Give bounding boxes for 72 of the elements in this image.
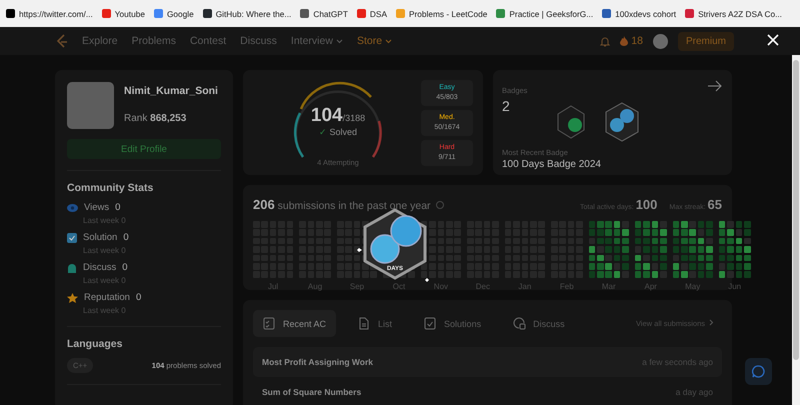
recent-badge-name: 100 Days Badge 2024: [502, 159, 602, 170]
month-label: Jun: [728, 282, 742, 291]
month-label: Aug: [308, 282, 322, 291]
chat-icon: [752, 365, 765, 378]
stat-value: 0: [123, 232, 129, 243]
tab[interactable]: List: [348, 310, 402, 337]
month-heatmap: [718, 221, 751, 278]
stat-label: Reputation: [84, 292, 130, 303]
avatar-icon[interactable]: [652, 34, 668, 48]
chevron-down-icon: [385, 38, 392, 44]
chevron-down-icon: [336, 38, 343, 44]
logo-icon[interactable]: [56, 34, 68, 48]
bell-icon[interactable]: [600, 36, 610, 46]
badge-icon[interactable]: [556, 105, 586, 139]
tab[interactable]: Discuss: [503, 310, 575, 337]
stat-value: 0: [136, 292, 142, 303]
month-label: May: [685, 282, 700, 291]
bookmark-link[interactable]: Google: [154, 8, 194, 18]
bookmark-link[interactable]: Strivers A2Z DSA Co...: [685, 8, 782, 18]
rank-text: Rank 868,253: [124, 113, 188, 124]
arrow-right-icon[interactable]: [708, 80, 722, 92]
bookmark-link[interactable]: DSA: [356, 8, 387, 18]
bookmark-link[interactable]: GitHub: Where the...: [202, 8, 292, 18]
bookmark-link[interactable]: 100xdevs cohort: [602, 8, 676, 18]
badge-count: 2: [502, 98, 511, 114]
eye-icon: [67, 204, 78, 212]
premium-button[interactable]: Premium: [678, 32, 734, 50]
month-heatmap: [634, 221, 667, 278]
bookmark-link[interactable]: ChatGPT: [300, 8, 348, 18]
nav-link[interactable]: Interview: [290, 35, 343, 47]
stat-label: Discuss: [83, 262, 116, 273]
section-title: Languages: [67, 338, 124, 350]
tab[interactable]: Solutions: [414, 310, 492, 337]
solved-label: ✓ Solved: [318, 126, 358, 136]
month-heatmap: [672, 221, 713, 278]
stat-value: 0: [122, 262, 128, 273]
chat-bubble-icon: [67, 262, 77, 272]
nav-link[interactable]: Problems: [132, 35, 176, 47]
solved-count: 104/3188: [310, 104, 366, 126]
checklist-icon: [424, 317, 438, 330]
stat-label: Views: [84, 202, 110, 213]
checklist-icon: [263, 317, 276, 330]
edit-profile-button[interactable]: Edit Profile: [67, 139, 221, 159]
stat-label: Solution: [83, 232, 118, 243]
badge-icon[interactable]: [604, 102, 640, 142]
star-icon: [67, 292, 78, 302]
bookmark-link[interactable]: https://twitter.com/...: [6, 8, 93, 18]
chevron-right-icon: [709, 319, 714, 326]
nav-link[interactable]: Store: [356, 35, 392, 47]
month-heatmap: [588, 221, 629, 278]
bookmark-link[interactable]: Youtube: [102, 8, 145, 18]
bookmark-link[interactable]: Practice | GeeksforG...: [496, 8, 594, 18]
submissions-summary: 206 submissions in the past one year: [253, 197, 431, 212]
close-icon[interactable]: [766, 33, 780, 47]
section-title: Community Stats: [67, 182, 154, 194]
document-icon: [358, 317, 372, 330]
month-label: Apr: [644, 282, 657, 291]
scrollbar-thumb[interactable]: [793, 60, 799, 360]
info-icon[interactable]: [436, 200, 444, 208]
streak-counter[interactable]: 18: [620, 35, 643, 47]
chat-button[interactable]: [745, 358, 772, 385]
nav-link[interactable]: Contest: [190, 35, 226, 47]
checkbox-icon: [67, 232, 77, 242]
tab[interactable]: Recent AC: [253, 310, 336, 337]
nav-link[interactable]: Discuss: [240, 35, 277, 47]
avatar-placeholder: [67, 82, 114, 129]
bookmark-link[interactable]: Problems - LeetCode: [396, 8, 488, 18]
flame-icon: [620, 36, 628, 46]
nav-link[interactable]: Explore: [82, 35, 118, 47]
stat-value: 0: [115, 202, 120, 213]
chat-bubble-icon: [513, 317, 526, 330]
user-name: Nimit_Kumar_Soni: [124, 85, 218, 97]
